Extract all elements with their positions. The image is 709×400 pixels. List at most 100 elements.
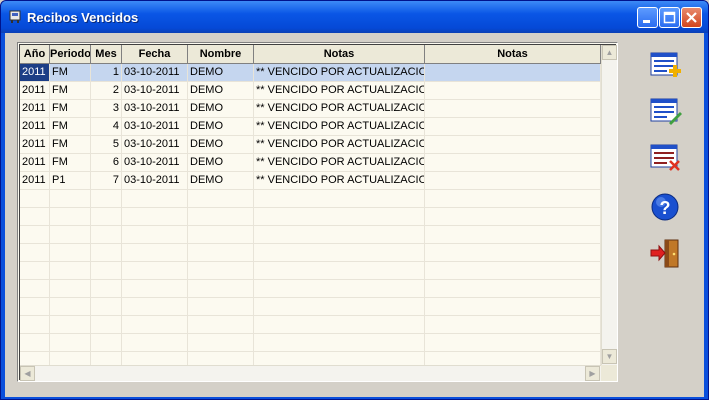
scroll-left-arrow-icon[interactable]: ◀	[20, 366, 35, 381]
table-cell[interactable]	[122, 298, 188, 316]
table-cell[interactable]: FM	[50, 82, 91, 100]
table-cell[interactable]: 03-10-2011	[122, 118, 188, 136]
minimize-button[interactable]	[637, 7, 658, 28]
table-cell[interactable]: 1	[91, 64, 122, 82]
table-cell[interactable]: FM	[50, 154, 91, 172]
table-cell[interactable]: 4	[91, 118, 122, 136]
table-cell[interactable]	[188, 280, 254, 298]
table-cell[interactable]	[91, 190, 122, 208]
table-cell[interactable]	[188, 190, 254, 208]
table-cell[interactable]: 03-10-2011	[122, 172, 188, 190]
table-cell[interactable]: DEMO	[188, 118, 254, 136]
add-record-button[interactable]	[645, 47, 685, 83]
table-cell[interactable]	[425, 298, 601, 316]
table-cell[interactable]	[20, 226, 50, 244]
table-cell[interactable]	[188, 208, 254, 226]
empty-row[interactable]	[20, 244, 603, 262]
table-cell[interactable]	[50, 190, 91, 208]
table-row[interactable]: 2011 FM 3 03-10-2011 DEMO ** VENCIDO POR ACTU…	[20, 100, 603, 118]
empty-row[interactable]	[20, 226, 603, 244]
table-row[interactable]: 2011 FM 2 03-10-2011 DEMO ** VENCIDO POR ACTU…	[20, 82, 603, 100]
table-cell[interactable]	[20, 262, 50, 280]
table-cell[interactable]	[50, 208, 91, 226]
table-cell[interactable]	[50, 262, 91, 280]
table-cell[interactable]	[50, 334, 91, 352]
table-cell[interactable]	[122, 262, 188, 280]
table-cell[interactable]	[425, 154, 601, 172]
table-cell[interactable]	[122, 226, 188, 244]
table-cell[interactable]	[188, 316, 254, 334]
column-header-0[interactable]: Año	[20, 45, 50, 64]
table-cell[interactable]: ** VENCIDO POR ACTUALIZACION	[254, 82, 425, 100]
table-cell[interactable]	[91, 280, 122, 298]
help-button[interactable]: ?	[645, 189, 685, 225]
table-cell[interactable]	[425, 262, 601, 280]
table-cell[interactable]	[50, 244, 91, 262]
table-cell[interactable]	[188, 298, 254, 316]
table-cell[interactable]: 2011	[20, 172, 50, 190]
column-header-5[interactable]: Notas	[254, 45, 425, 64]
scroll-right-arrow-icon[interactable]: ▶	[585, 366, 600, 381]
table-cell[interactable]	[254, 262, 425, 280]
table-cell[interactable]: 03-10-2011	[122, 82, 188, 100]
table-cell[interactable]	[425, 334, 601, 352]
table-cell[interactable]	[20, 316, 50, 334]
table-cell[interactable]	[20, 280, 50, 298]
table-cell[interactable]: ** VENCIDO POR ACTUALIZACION	[254, 136, 425, 154]
table-row[interactable]: 2011 FM 6 03-10-2011 DEMO ** VENCIDO POR ACTU…	[20, 154, 603, 172]
table-cell[interactable]: ** VENCIDO POR ACTUALIZACION	[254, 100, 425, 118]
table-cell[interactable]: 03-10-2011	[122, 100, 188, 118]
table-cell[interactable]	[425, 244, 601, 262]
column-header-4[interactable]: Nombre	[188, 45, 254, 64]
table-cell[interactable]	[188, 262, 254, 280]
table-cell[interactable]: FM	[50, 64, 91, 82]
empty-row[interactable]	[20, 190, 603, 208]
table-cell[interactable]	[91, 334, 122, 352]
table-cell[interactable]: 2011	[20, 100, 50, 118]
table-cell[interactable]	[425, 280, 601, 298]
table-cell[interactable]: FM	[50, 100, 91, 118]
table-cell[interactable]	[122, 280, 188, 298]
table-cell[interactable]	[188, 226, 254, 244]
table-cell[interactable]: ** VENCIDO POR ACTUALIZACION	[254, 172, 425, 190]
table-cell[interactable]	[188, 334, 254, 352]
table-cell[interactable]: DEMO	[188, 172, 254, 190]
table-cell[interactable]	[122, 316, 188, 334]
table-cell[interactable]	[91, 316, 122, 334]
column-header-3[interactable]: Fecha	[122, 45, 188, 64]
table-cell[interactable]	[254, 226, 425, 244]
receipts-grid[interactable]: Año Periodo Mes Fecha Nombre Notas Notas 2011 F…	[17, 42, 618, 382]
table-cell[interactable]: ** VENCIDO POR ACTUALIZACION	[254, 64, 425, 82]
table-cell[interactable]	[254, 190, 425, 208]
table-row[interactable]: 2011 P1 7 03-10-2011 DEMO ** VENCIDO POR ACTU…	[20, 172, 603, 190]
table-cell[interactable]: ** VENCIDO POR ACTUALIZACION	[254, 118, 425, 136]
table-cell[interactable]	[425, 172, 601, 190]
table-cell[interactable]	[425, 226, 601, 244]
table-cell[interactable]	[254, 298, 425, 316]
empty-row[interactable]	[20, 298, 603, 316]
empty-row[interactable]	[20, 208, 603, 226]
empty-row[interactable]	[20, 280, 603, 298]
exit-button[interactable]	[645, 235, 685, 271]
table-cell[interactable]	[20, 244, 50, 262]
table-cell[interactable]	[254, 244, 425, 262]
table-cell[interactable]: FM	[50, 118, 91, 136]
table-row[interactable]: 2011 FM 1 03-10-2011 DEMO ** VENCIDO POR ACTU…	[20, 64, 603, 82]
column-header-1[interactable]: Periodo	[50, 45, 91, 64]
table-cell[interactable]	[91, 298, 122, 316]
column-header-6[interactable]: Notas	[425, 45, 601, 64]
table-cell[interactable]: DEMO	[188, 100, 254, 118]
table-cell[interactable]	[425, 136, 601, 154]
table-cell[interactable]	[425, 100, 601, 118]
table-cell[interactable]	[122, 208, 188, 226]
table-cell[interactable]: 03-10-2011	[122, 154, 188, 172]
table-cell[interactable]: 7	[91, 172, 122, 190]
table-cell[interactable]	[122, 334, 188, 352]
table-cell[interactable]	[425, 208, 601, 226]
empty-row[interactable]	[20, 334, 603, 352]
table-cell[interactable]: FM	[50, 136, 91, 154]
table-cell[interactable]: ** VENCIDO POR ACTUALIZACION	[254, 154, 425, 172]
table-cell[interactable]	[50, 280, 91, 298]
table-cell[interactable]	[20, 190, 50, 208]
table-cell[interactable]: 03-10-2011	[122, 136, 188, 154]
